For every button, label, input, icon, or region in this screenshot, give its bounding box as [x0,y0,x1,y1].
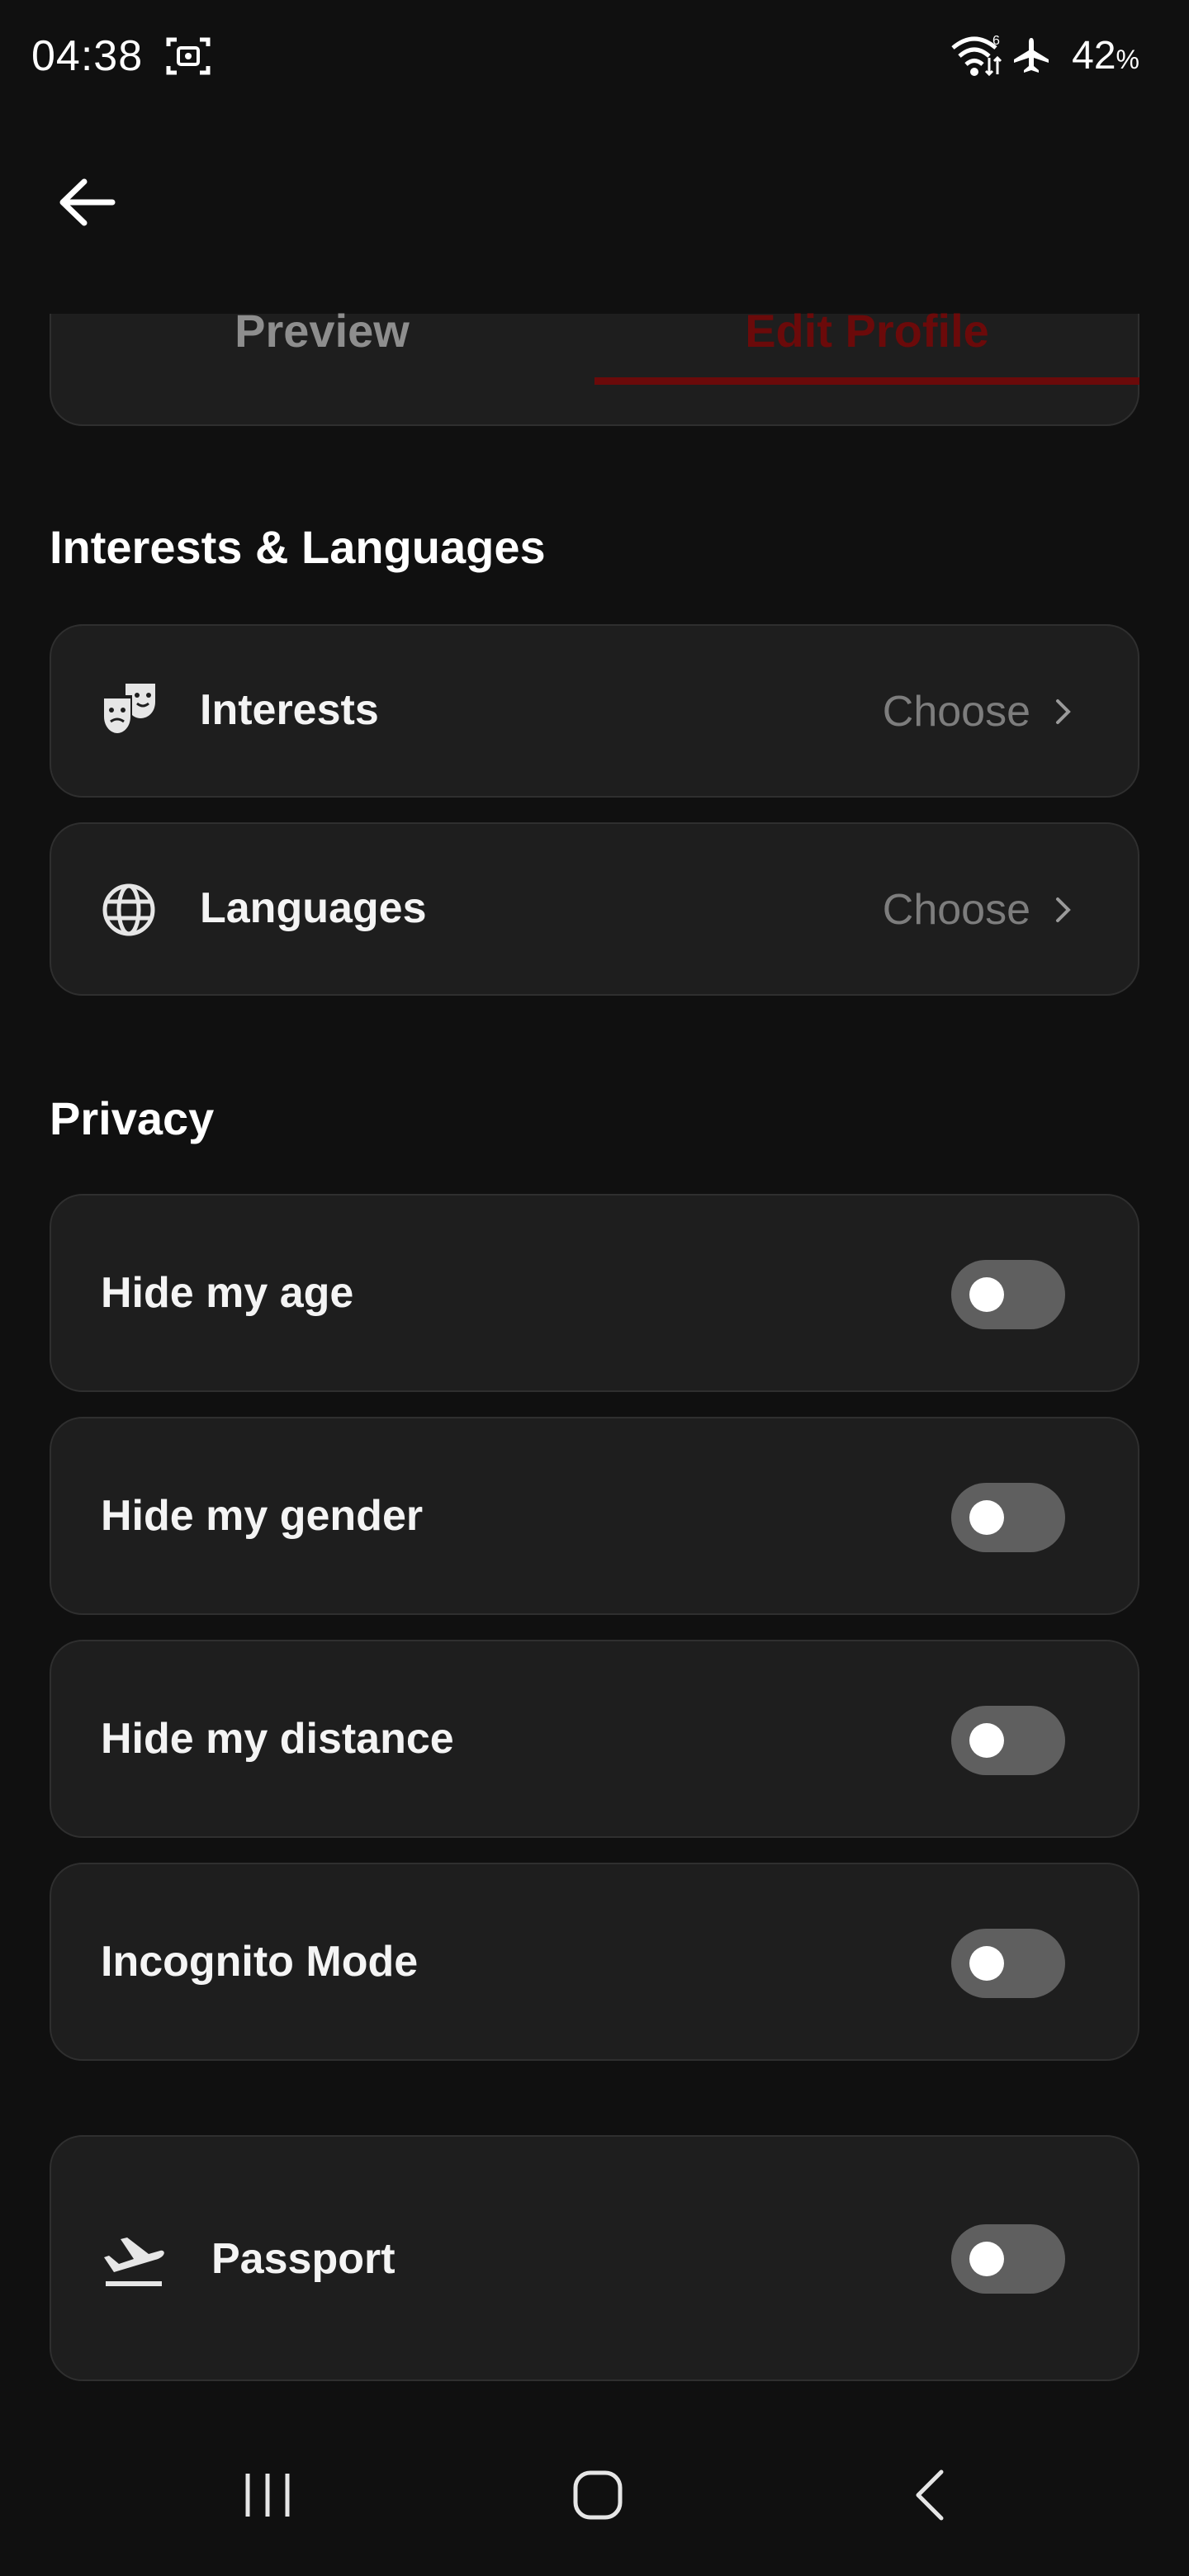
system-navigation-bar [0,2427,1189,2576]
incognito-mode-toggle[interactable] [951,1929,1065,1998]
flight-takeoff-icon [104,2237,164,2286]
screenshot-icon [166,37,211,75]
wifi-icon: 6 [951,34,1002,77]
hide-age-row: Hide my age [50,1194,1139,1392]
hide-distance-label: Hide my distance [101,1715,454,1763]
incognito-mode-label: Incognito Mode [101,1938,419,1986]
interests-row[interactable]: Interests Choose [50,624,1139,798]
interests-value: Choose [882,688,1030,736]
incognito-mode-row: Incognito Mode [50,1863,1139,2061]
back-nav-icon[interactable] [905,2469,958,2522]
passport-row: Passport [50,2135,1139,2381]
airplane-mode-icon [1014,38,1049,73]
hide-gender-label: Hide my gender [101,1492,424,1540]
languages-label: Languages [200,884,427,932]
battery-value: 42 [1072,34,1116,78]
theater-masks-icon [104,684,155,733]
chevron-right-icon [1056,897,1071,922]
hide-distance-row: Hide my distance [50,1640,1139,1838]
toggle-knob [969,1723,1004,1758]
svg-text:6: 6 [992,34,1000,48]
battery-unit: % [1116,45,1139,74]
back-arrow-icon[interactable] [50,165,124,239]
section-title-interests-languages: Interests & Languages [50,521,546,573]
hide-distance-toggle[interactable] [951,1706,1065,1775]
interests-label: Interests [200,686,379,734]
toggle-knob [969,1946,1004,1981]
hide-age-toggle[interactable] [951,1260,1065,1329]
passport-toggle[interactable] [951,2224,1065,2294]
globe-icon [102,883,155,936]
hide-gender-toggle[interactable] [951,1483,1065,1552]
languages-value: Choose [882,886,1030,934]
recent-apps-icon[interactable] [241,2469,294,2522]
toggle-knob [969,1500,1004,1535]
section-title-privacy: Privacy [50,1092,215,1144]
status-time: 04:38 [31,32,144,80]
hide-age-label: Hide my age [101,1269,354,1317]
active-tab-indicator [594,377,1139,385]
languages-row[interactable]: Languages Choose [50,822,1139,996]
hide-gender-row: Hide my gender [50,1417,1139,1615]
tab-preview[interactable]: Preview [50,304,594,378]
chevron-right-icon [1056,699,1071,724]
home-icon[interactable] [571,2469,624,2522]
passport-label: Passport [211,2235,396,2283]
status-bar: 04:38 6 42% [0,0,1189,116]
toggle-knob [969,1277,1004,1312]
battery-level: 42% [1072,33,1139,78]
tab-edit-profile[interactable]: Edit Profile [594,304,1139,378]
toggle-knob [969,2242,1004,2276]
